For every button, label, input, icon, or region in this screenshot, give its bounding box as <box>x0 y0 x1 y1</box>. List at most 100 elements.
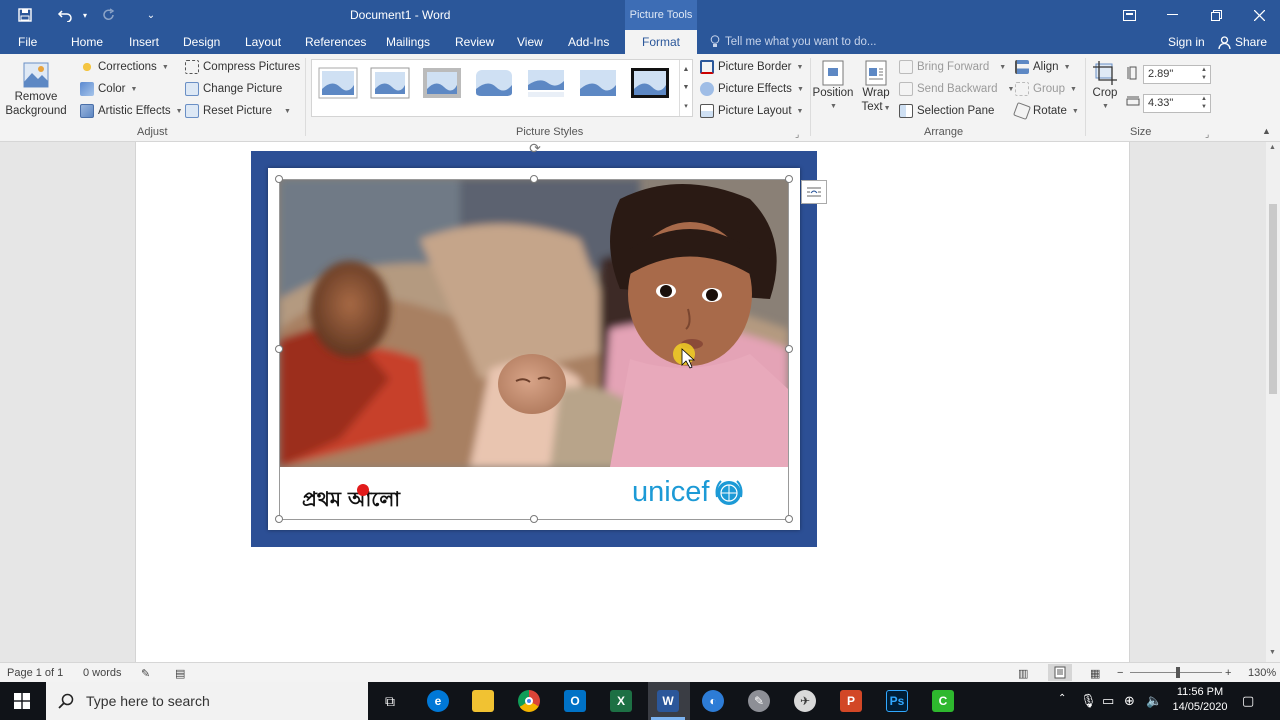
gallery-scroll[interactable]: ▲ ▼ ▾ <box>679 60 692 116</box>
chevron-down-icon[interactable]: ▼ <box>683 84 690 91</box>
scroll-up-icon[interactable]: ▲ <box>1269 144 1276 151</box>
resize-handle-n[interactable] <box>530 175 538 183</box>
tab-view[interactable]: View <box>517 35 543 49</box>
windows-start-icon[interactable] <box>14 693 30 712</box>
excel-icon[interactable]: X <box>610 690 632 712</box>
customize-qat-icon[interactable]: ⌄ <box>140 5 162 25</box>
word-icon[interactable]: W <box>657 690 679 712</box>
paint-icon[interactable]: ✎ <box>748 690 770 712</box>
tab-insert[interactable]: Insert <box>129 35 159 49</box>
show-hidden-icons[interactable]: ⌃ <box>1058 693 1066 704</box>
resize-handle-e[interactable] <box>785 345 793 353</box>
crop-button[interactable]: Crop ▼ <box>1089 60 1121 114</box>
task-view-icon[interactable]: ⧉ <box>379 690 401 712</box>
camtasia-icon[interactable]: C <box>932 690 954 712</box>
picture-border-button[interactable]: Picture Border ▼ <box>700 60 803 74</box>
artistic-effects-button[interactable]: Artistic Effects ▼ <box>80 104 183 118</box>
wrap-text-button[interactable]: Wrap Text▼ <box>856 60 896 116</box>
resize-handle-ne[interactable] <box>785 175 793 183</box>
align-button[interactable]: Align ▼ <box>1015 60 1071 74</box>
picture-style-3[interactable] <box>422 67 462 99</box>
send-backward-button[interactable]: Send Backward ▼ <box>899 82 1014 96</box>
firefox-icon[interactable]: ◐ <box>702 690 724 712</box>
print-layout-icon[interactable] <box>1048 664 1072 681</box>
picture-effects-button[interactable]: Picture Effects ▼ <box>700 82 804 96</box>
reset-picture-button[interactable]: Reset Picture ▼ <box>185 104 291 118</box>
tab-references[interactable]: References <box>305 35 366 49</box>
spin-arrows-icon[interactable]: ▲ ▼ <box>1201 95 1207 111</box>
save-icon[interactable] <box>14 5 36 25</box>
zoom-level[interactable]: 130% <box>1248 667 1276 679</box>
zoom-slider-thumb[interactable] <box>1176 667 1180 678</box>
width-input[interactable]: 4.33" ▲ ▼ <box>1143 94 1211 113</box>
resize-handle-nw[interactable] <box>275 175 283 183</box>
tab-home[interactable]: Home <box>71 35 103 49</box>
scroll-down-icon[interactable]: ▼ <box>1269 649 1276 656</box>
resize-handle-sw[interactable] <box>275 515 283 523</box>
resize-handle-s[interactable] <box>530 515 538 523</box>
selection-pane-button[interactable]: Selection Pane <box>899 104 994 118</box>
chrome-icon[interactable] <box>518 690 540 712</box>
color-button[interactable]: Color ▼ <box>80 82 137 96</box>
tab-file[interactable]: File <box>18 35 37 49</box>
web-layout-icon[interactable]: ▦ <box>1090 667 1100 680</box>
proofing-icon[interactable]: ✎ <box>141 667 150 680</box>
tab-review[interactable]: Review <box>455 35 494 49</box>
undo-icon[interactable] <box>54 5 76 25</box>
system-clock[interactable]: 11:56 PM 14/05/2020 <box>1168 685 1232 715</box>
tab-format[interactable]: Format <box>625 30 698 54</box>
undo-dropdown-icon[interactable]: ▾ <box>74 5 96 25</box>
tab-layout[interactable]: Layout <box>245 35 281 49</box>
picture-style-6[interactable] <box>578 67 618 99</box>
zoom-out-icon[interactable]: − <box>1117 667 1123 679</box>
collapse-ribbon-icon[interactable]: ▲ <box>1262 126 1271 136</box>
group-button[interactable]: Group ▼ <box>1015 82 1077 96</box>
notifications-icon[interactable]: ▢ <box>1242 693 1254 709</box>
macro-record-icon[interactable]: ▤ <box>175 667 185 680</box>
restore-icon[interactable] <box>1194 0 1238 30</box>
height-input[interactable]: 2.89" ▲ ▼ <box>1143 65 1211 84</box>
picture-style-2[interactable] <box>370 67 410 99</box>
word-count[interactable]: 0 words <box>83 667 122 679</box>
chevron-up-icon[interactable]: ▲ <box>683 66 690 73</box>
rotate-button[interactable]: Rotate ▼ <box>1013 102 1079 120</box>
dialog-launcher-icon[interactable]: ⌟ <box>795 129 799 140</box>
powerpoint-icon[interactable]: P <box>840 690 862 712</box>
photoshop-icon[interactable]: Ps <box>886 690 908 712</box>
compress-pictures-button[interactable]: Compress Pictures <box>185 60 300 74</box>
tab-add-ins[interactable]: Add-Ins <box>568 35 609 49</box>
share-button[interactable]: Share <box>1218 35 1267 49</box>
corrections-button[interactable]: Corrections ▼ <box>80 60 169 74</box>
tab-design[interactable]: Design <box>183 35 220 49</box>
change-picture-button[interactable]: Change Picture <box>185 82 282 96</box>
redo-icon[interactable] <box>98 5 120 25</box>
outlook-icon[interactable]: O <box>564 690 586 712</box>
minimize-icon[interactable] <box>1150 0 1194 30</box>
app-icon[interactable]: ✈ <box>794 690 816 712</box>
resize-handle-se[interactable] <box>785 515 793 523</box>
picture-layout-button[interactable]: Picture Layout ▼ <box>700 104 803 118</box>
picture-style-5[interactable] <box>526 67 566 99</box>
page-count[interactable]: Page 1 of 1 <box>7 667 63 679</box>
vertical-scrollbar[interactable]: ▲ ▼ <box>1266 142 1280 662</box>
rotate-handle-icon[interactable]: ⟳ <box>527 140 543 156</box>
scrollbar-thumb[interactable] <box>1269 204 1277 394</box>
layout-options-button[interactable] <box>801 180 827 204</box>
edge-icon[interactable]: e <box>427 690 449 712</box>
close-icon[interactable] <box>1237 0 1280 30</box>
position-button[interactable]: Position ▼ <box>812 60 854 114</box>
spin-arrows-icon[interactable]: ▲ ▼ <box>1201 66 1207 82</box>
tab-mailings[interactable]: Mailings <box>386 35 430 49</box>
picture-style-1[interactable] <box>318 67 358 99</box>
file-explorer-icon[interactable] <box>472 690 494 712</box>
picture-style-4[interactable] <box>474 67 514 99</box>
more-icon[interactable]: ▾ <box>684 102 688 110</box>
volume-icon[interactable]: 🔈 <box>1146 693 1162 709</box>
sign-in-link[interactable]: Sign in <box>1168 35 1205 49</box>
bring-forward-button[interactable]: Bring Forward ▼ <box>899 60 1006 74</box>
zoom-in-icon[interactable]: + <box>1225 667 1231 679</box>
network-globe-icon[interactable]: ⊕ <box>1124 693 1135 709</box>
dialog-launcher-icon[interactable]: ⌟ <box>1205 129 1209 140</box>
microphone-icon[interactable]: 🎙 <box>1080 693 1097 709</box>
resize-handle-w[interactable] <box>275 345 283 353</box>
